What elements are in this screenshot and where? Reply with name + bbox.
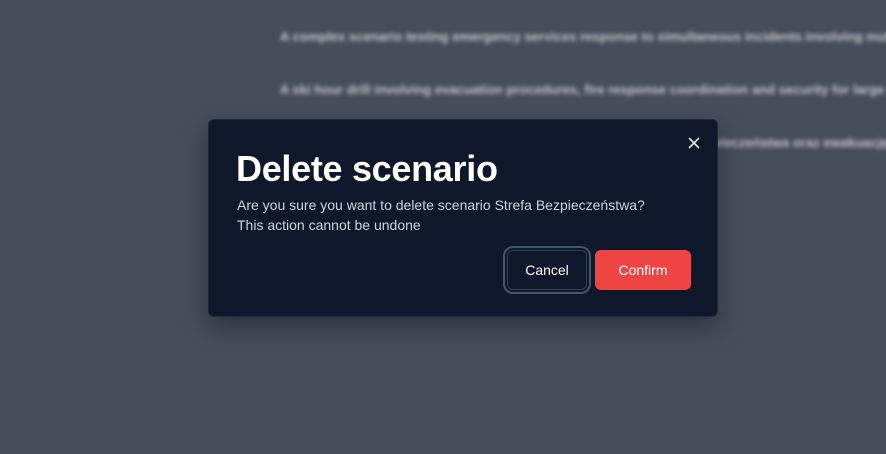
dialog-title: Delete scenario bbox=[236, 148, 498, 189]
delete-scenario-dialog: Delete scenario Are you sure you want to… bbox=[208, 119, 718, 317]
dialog-description: Are you sure you want to delete scenario… bbox=[237, 195, 707, 235]
close-dialog-button[interactable] bbox=[685, 134, 703, 152]
dialog-description-line: Are you sure you want to delete scenario… bbox=[237, 197, 645, 213]
confirm-button[interactable]: Confirm bbox=[595, 250, 691, 290]
close-icon bbox=[688, 137, 700, 149]
dialog-description-line: This action cannot be undone bbox=[237, 217, 421, 233]
cancel-button[interactable]: Cancel bbox=[507, 250, 587, 290]
